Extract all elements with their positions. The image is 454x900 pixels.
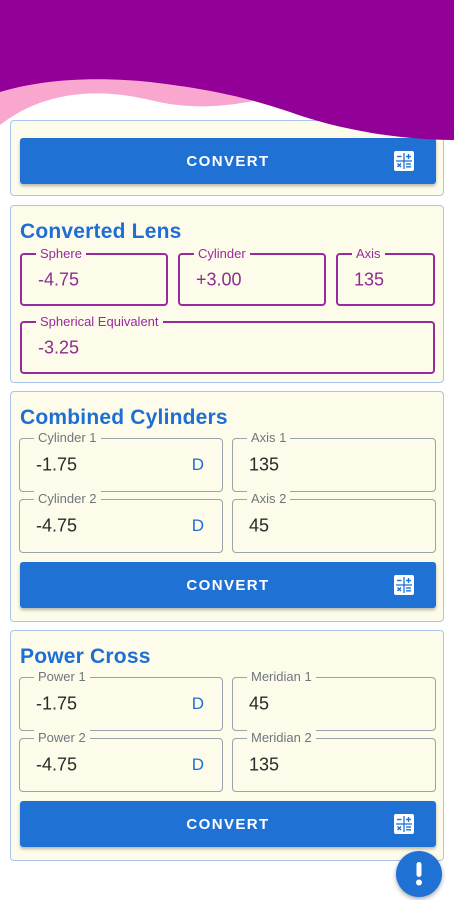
spherical-equivalent-label: Spherical Equivalent: [36, 314, 163, 330]
power-1-unit: D: [191, 694, 204, 713]
cylinder-2-unit: D: [191, 516, 204, 535]
cylinder-1-value: -1.75: [36, 454, 78, 475]
power-2-label: Power 2: [34, 730, 90, 746]
calculator-icon: [394, 814, 414, 834]
cylinder-2-label: Cylinder 2: [34, 491, 101, 507]
cylinder-2-value: -4.75: [36, 515, 78, 536]
power-2-field[interactable]: Power 2 -4.75 D: [19, 730, 223, 792]
power-1-field[interactable]: Power 1 -1.75 D: [19, 669, 223, 731]
cylinder-2-field[interactable]: Cylinder 2 -4.75 D: [19, 491, 223, 553]
cylinder-1-field[interactable]: Cylinder 1 -1.75 D: [19, 430, 223, 492]
axis-2-field[interactable]: Axis 2 45: [232, 491, 436, 553]
axis-1-label: Axis 1: [247, 430, 291, 446]
convert-button-label: CONVERT: [186, 576, 270, 594]
sphere-label: Sphere: [36, 246, 86, 262]
power-2-value: -4.75: [36, 754, 78, 775]
sphere-field[interactable]: Sphere -4.75: [20, 246, 168, 306]
header-wave: [0, 0, 454, 140]
axis-1-value: 135: [249, 454, 280, 475]
cylinder-label: Cylinder: [194, 246, 250, 262]
spherical-equivalent-field[interactable]: Spherical Equivalent -3.25: [20, 314, 435, 374]
meridian-1-value: 45: [249, 693, 270, 714]
cylinder-1-unit: D: [191, 455, 204, 474]
power-2-unit: D: [191, 755, 204, 774]
axis-field[interactable]: Axis 135: [336, 246, 435, 306]
cylinder-field[interactable]: Cylinder +3.00: [178, 246, 326, 306]
sphere-value: -4.75: [38, 269, 80, 289]
combined-cylinders-title: Combined Cylinders: [20, 406, 228, 429]
convert-button-combined-cylinders[interactable]: CONVERT: [20, 562, 436, 608]
meridian-2-value: 135: [249, 754, 280, 775]
calculator-icon: [394, 575, 414, 595]
power-1-label: Power 1: [34, 669, 90, 685]
convert-button-label: CONVERT: [186, 815, 270, 833]
axis-value: 135: [354, 269, 385, 289]
power-cross-card: Power Cross Power 1 -1.75 D Meridian 1 4…: [10, 630, 444, 861]
axis-2-value: 45: [249, 515, 270, 536]
cylinder-value: +3.00: [196, 269, 242, 289]
spherical-equivalent-value: -3.25: [38, 337, 80, 357]
combined-cylinders-card: Combined Cylinders Cylinder 1 -1.75 D Ax…: [10, 391, 444, 622]
meridian-1-label: Meridian 1: [247, 669, 316, 685]
converted-lens-title: Converted Lens: [20, 220, 182, 243]
cylinder-1-label: Cylinder 1: [34, 430, 101, 446]
meridian-2-label: Meridian 2: [247, 730, 316, 746]
axis-2-label: Axis 2: [247, 491, 291, 507]
info-fab-button[interactable]: [396, 851, 442, 897]
axis-1-field[interactable]: Axis 1 135: [232, 430, 436, 492]
convert-button-power-cross[interactable]: CONVERT: [20, 801, 436, 847]
meridian-2-field[interactable]: Meridian 2 135: [232, 730, 436, 792]
power-1-value: -1.75: [36, 693, 78, 714]
axis-label: Axis: [352, 246, 385, 262]
meridian-1-field[interactable]: Meridian 1 45: [232, 669, 436, 731]
power-cross-title: Power Cross: [20, 645, 151, 668]
converted-lens-card: Converted Lens Sphere -4.75 Cylinder +3.…: [10, 205, 444, 383]
exclamation-icon: [416, 862, 422, 886]
